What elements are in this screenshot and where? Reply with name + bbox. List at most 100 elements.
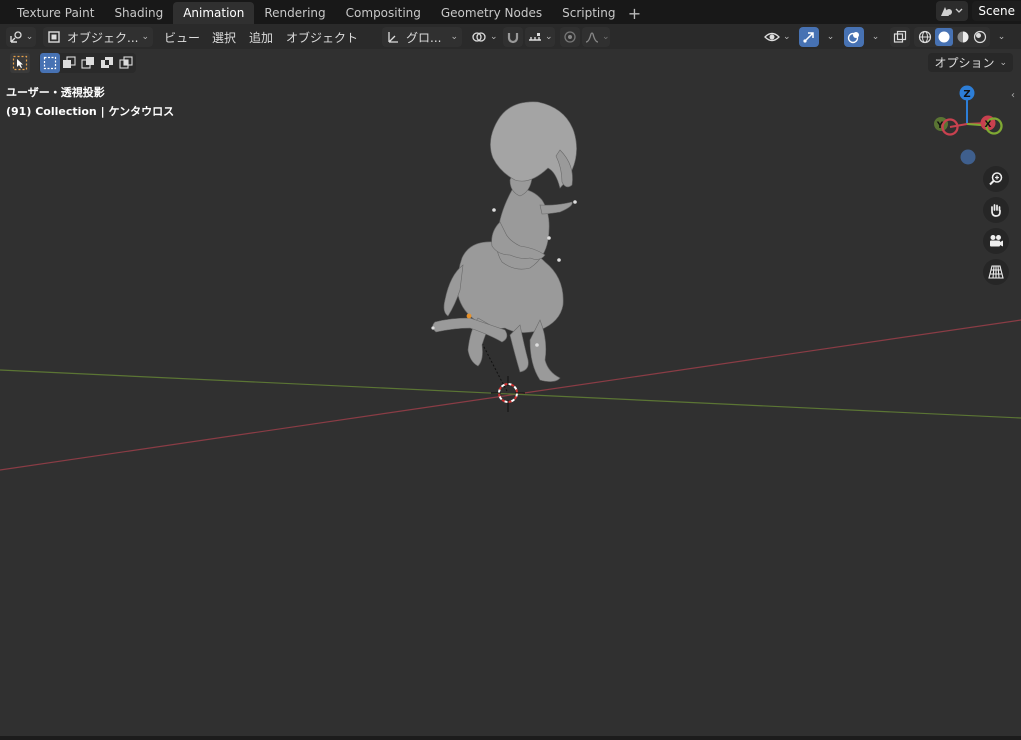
pivot-point-dropdown[interactable]: ⌄: [468, 27, 500, 47]
gizmo-x-label: X: [985, 120, 992, 130]
overlays-dropdown[interactable]: ⌄: [867, 27, 881, 47]
grid-perspective-icon: [988, 265, 1004, 279]
tab-compositing[interactable]: Compositing: [336, 2, 431, 24]
shading-dropdown[interactable]: ⌄: [993, 27, 1007, 47]
active-tool-button[interactable]: [10, 53, 30, 73]
gizmo-dropdown[interactable]: ⌄: [822, 27, 836, 47]
chevron-down-icon: ⌄: [783, 32, 791, 42]
collection-info-label: (91) Collection | ケンタウロス: [6, 105, 175, 118]
menu-view[interactable]: ビュー: [164, 28, 200, 46]
pivot-link-icon: [472, 32, 486, 42]
chevron-down-icon: ⌄: [826, 32, 835, 42]
hand-icon: [991, 204, 1001, 217]
mode-dropdown[interactable]: オブジェク... ⌄: [43, 27, 153, 47]
select-extend-icon: [63, 56, 76, 68]
scene-browse-button[interactable]: [936, 1, 969, 21]
select-mode-subtract-button[interactable]: [78, 53, 98, 73]
gizmo-arrow-icon: [803, 32, 814, 43]
snap-toggle[interactable]: [503, 27, 523, 47]
select-mode-new-button[interactable]: [40, 53, 60, 73]
select-mode-invert-button[interactable]: [97, 53, 117, 73]
material-shading-icon[interactable]: [956, 30, 970, 44]
orientation-axes-icon: [388, 32, 398, 43]
scene-name-field[interactable]: Scene: [972, 1, 1021, 21]
falloff-dropdown[interactable]: ⌄: [582, 27, 610, 47]
magnet-icon: [507, 33, 519, 44]
overlays-toggle[interactable]: [844, 27, 864, 47]
options-dropdown[interactable]: オプション ⌄: [928, 53, 1013, 72]
solid-shading-icon: [938, 31, 949, 43]
3d-viewport-icon: [10, 31, 22, 43]
x-axis-line: [0, 319, 1021, 471]
menu-add[interactable]: 追加: [249, 28, 273, 46]
wireframe-shading-icon[interactable]: [918, 30, 932, 44]
transform-orientation-dropdown[interactable]: グロ... ⌄: [382, 27, 462, 47]
transform-orientation-label: グロ...: [406, 30, 442, 45]
chevron-down-icon: ⌄: [25, 32, 34, 42]
perspective-toggle-button[interactable]: [983, 259, 1009, 285]
zoom-icon: [989, 172, 1003, 186]
options-label: オプション: [934, 56, 995, 70]
workspace-tab-bar: Texture Paint Shading Animation Renderin…: [0, 0, 1021, 24]
chevron-down-icon: ⌄: [450, 32, 458, 42]
rendered-shading-icon[interactable]: [973, 30, 987, 44]
select-mode-extend-button[interactable]: [59, 53, 79, 73]
proportional-editing-toggle[interactable]: [560, 27, 580, 47]
visibility-dropdown[interactable]: ⌄: [762, 27, 794, 47]
pan-button[interactable]: [983, 197, 1009, 223]
y-axis-line: [0, 369, 1021, 419]
camera-view-button[interactable]: [983, 228, 1009, 254]
select-new-icon: [43, 56, 57, 70]
select-mode-intersect-button[interactable]: [116, 53, 136, 73]
gizmo-y-label: Y: [936, 121, 944, 131]
tab-animation[interactable]: Animation: [173, 2, 255, 24]
sidebar-toggle-arrow[interactable]: ‹: [1011, 90, 1015, 101]
tool-header: [0, 50, 1021, 76]
falloff-curve-icon: [585, 32, 599, 43]
snap-target-dropdown[interactable]: ⌄: [525, 27, 555, 47]
eye-icon: [764, 32, 780, 42]
add-workspace-button[interactable]: +: [625, 2, 643, 24]
overlays-icon: [847, 32, 859, 44]
solid-shading-button[interactable]: [934, 28, 953, 46]
zoom-button[interactable]: [983, 166, 1009, 192]
scene-icon: [941, 7, 963, 16]
centaur-model[interactable]: [432, 101, 577, 382]
3d-viewport-canvas[interactable]: [0, 76, 1021, 736]
camera-icon: [990, 235, 1003, 247]
select-intersect-icon: [119, 56, 133, 69]
view-name-label: ユーザー・透視投影: [6, 86, 105, 99]
chevron-down-icon: ⌄: [602, 32, 610, 42]
tab-texture-paint[interactable]: Texture Paint: [7, 2, 104, 24]
chevron-down-icon: ⌄: [997, 32, 1006, 42]
select-subtract-icon: [81, 57, 94, 69]
scene-selector: Scene: [936, 0, 1021, 22]
viewport-header: ⌄ オブジェク... ⌄ ビュー 選択 追加 オブジェクト グロ... ⌄ ⌄: [0, 24, 1021, 49]
mode-label: オブジェク...: [67, 30, 139, 45]
chevron-down-icon: ⌄: [871, 32, 880, 42]
editor-type-button[interactable]: ⌄: [6, 27, 36, 47]
navigation-gizmo[interactable]: Z Y X: [928, 80, 1008, 170]
tab-geometry-nodes[interactable]: Geometry Nodes: [431, 2, 552, 24]
chevron-down-icon: ⌄: [999, 57, 1007, 68]
snap-increment-icon: [529, 33, 541, 41]
proportional-icon: [564, 31, 576, 43]
shading-mode-group: [914, 27, 990, 47]
menu-object[interactable]: オブジェクト: [286, 28, 358, 46]
chevron-down-icon: ⌄: [490, 32, 498, 42]
object-mode-icon: [48, 31, 60, 43]
xray-icon: [893, 30, 907, 43]
tab-shading[interactable]: Shading: [104, 2, 173, 24]
chevron-down-icon: ⌄: [141, 32, 149, 42]
tab-rendering[interactable]: Rendering: [254, 2, 335, 24]
tab-scripting[interactable]: Scripting: [552, 2, 625, 24]
gizmo-neg-z[interactable]: [960, 149, 976, 165]
xray-toggle[interactable]: [890, 27, 910, 47]
select-box-tool-icon: [12, 55, 28, 71]
status-bar-edge: [0, 736, 1021, 740]
gizmo-toggle[interactable]: [799, 27, 819, 47]
select-invert-icon: [101, 57, 113, 68]
menu-select[interactable]: 選択: [212, 28, 236, 46]
active-object-origin: [466, 313, 472, 319]
chevron-down-icon: ⌄: [545, 32, 553, 42]
